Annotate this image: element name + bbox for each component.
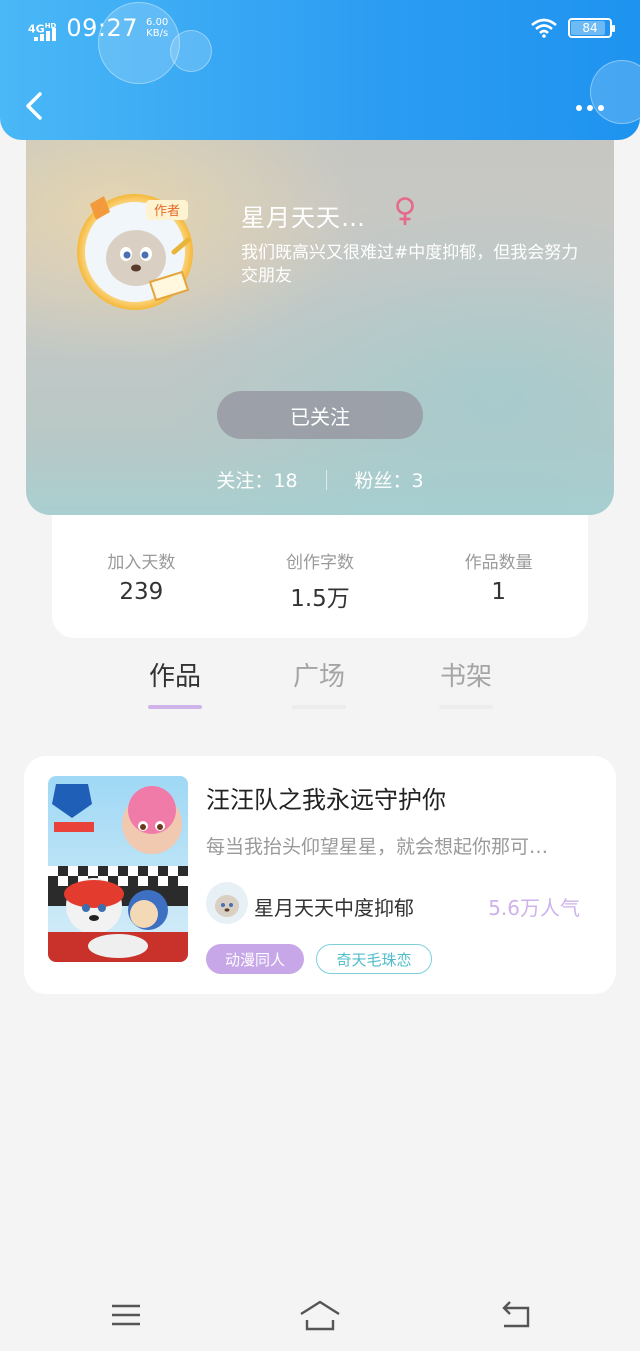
author-bio: 我们既高兴又很难过#中度抑郁，但我会努力交朋友 — [241, 243, 579, 286]
avatar-image: 作者 — [77, 194, 193, 310]
battery-icon: 84 — [568, 18, 615, 38]
network-speed: 6.00 KB/s — [146, 17, 169, 39]
stat-works-count: 作品数量 1 — [409, 548, 588, 638]
avatar-image — [206, 882, 248, 924]
follow-button[interactable]: 已关注 — [217, 391, 423, 439]
stat-value: 1.5万 — [290, 586, 350, 612]
tab-label: 广场 — [292, 662, 345, 692]
author-name: 星月天天… — [241, 204, 366, 232]
status-bar-left: 4GHD 09:27 6.00 KB/s — [28, 14, 168, 42]
menu-button[interactable] — [106, 1298, 146, 1332]
return-icon — [502, 1301, 530, 1328]
tab-works[interactable]: 作品 — [135, 656, 215, 709]
book-description: 每当我抬头仰望星星，就会想起你那可… — [206, 836, 549, 858]
svg-text:作者: 作者 — [154, 204, 180, 219]
tag-category[interactable]: 动漫同人 — [206, 944, 304, 974]
tab-bar: 作品 广场 书架 — [0, 656, 640, 712]
more-button[interactable] — [576, 98, 612, 118]
more-dots-icon — [576, 105, 582, 111]
stat-label: 创作字数 — [286, 553, 354, 573]
signal-icon — [34, 27, 57, 41]
popularity: 5.6万人气 — [488, 896, 580, 920]
book-cover[interactable] — [48, 776, 188, 962]
clock: 09:27 — [66, 14, 139, 42]
book-author[interactable]: 星月天天中度抑郁 — [254, 892, 414, 921]
divider — [325, 469, 327, 490]
tag-pairing[interactable]: 奇天毛珠恋 — [316, 944, 432, 974]
system-nav-bar — [0, 1280, 640, 1351]
chevron-left-icon — [26, 92, 42, 120]
book-title[interactable]: 汪汪队之我永远守护你 — [206, 780, 446, 815]
status-bar-right: 84 — [530, 18, 615, 38]
return-button[interactable] — [496, 1298, 536, 1332]
tab-label: 作品 — [148, 662, 201, 692]
home-button[interactable] — [298, 1298, 342, 1332]
tab-indicator — [292, 705, 346, 709]
back-button[interactable] — [18, 86, 54, 126]
top-header: 4GHD 09:27 6.00 KB/s 84 — [0, 0, 640, 140]
following-count[interactable]: 关注：18 — [216, 466, 297, 493]
stat-value: 1 — [491, 579, 506, 605]
book-card[interactable]: 汪汪队之我永远守护你 每当我抬头仰望星星，就会想起你那可… 星月天天中度抑郁 5… — [24, 756, 616, 994]
menu-icon — [112, 1304, 140, 1326]
tab-indicator — [148, 705, 202, 709]
home-icon — [300, 1300, 340, 1331]
tab-indicator — [439, 705, 493, 709]
author-avatar-small[interactable] — [206, 882, 248, 924]
stat-value: 239 — [119, 579, 164, 605]
tab-square[interactable]: 广场 — [279, 656, 359, 709]
stat-label: 作品数量 — [464, 553, 533, 573]
stat-join-days: 加入天数 239 — [52, 548, 231, 638]
stat-label: 加入天数 — [107, 553, 176, 573]
stats-card: 加入天数 239 创作字数 1.5万 作品数量 1 — [52, 500, 588, 638]
follow-counts: 关注：18 粉丝：3 — [26, 466, 614, 493]
female-icon — [396, 197, 414, 225]
author-avatar[interactable]: 作者 — [70, 182, 200, 312]
tab-bookshelf[interactable]: 书架 — [426, 656, 506, 709]
followers-count[interactable]: 粉丝：3 — [355, 466, 424, 493]
profile-card: 作者 星月天天… 我们既高兴又很难过#中度抑郁，但我会努力交朋友 已关注 关注：… — [26, 110, 614, 515]
stat-word-count: 创作字数 1.5万 — [231, 548, 410, 638]
tab-label: 书架 — [439, 662, 492, 692]
decorative-bubble — [170, 30, 212, 72]
book-cover-image — [48, 776, 188, 962]
wifi-icon — [531, 18, 557, 38]
